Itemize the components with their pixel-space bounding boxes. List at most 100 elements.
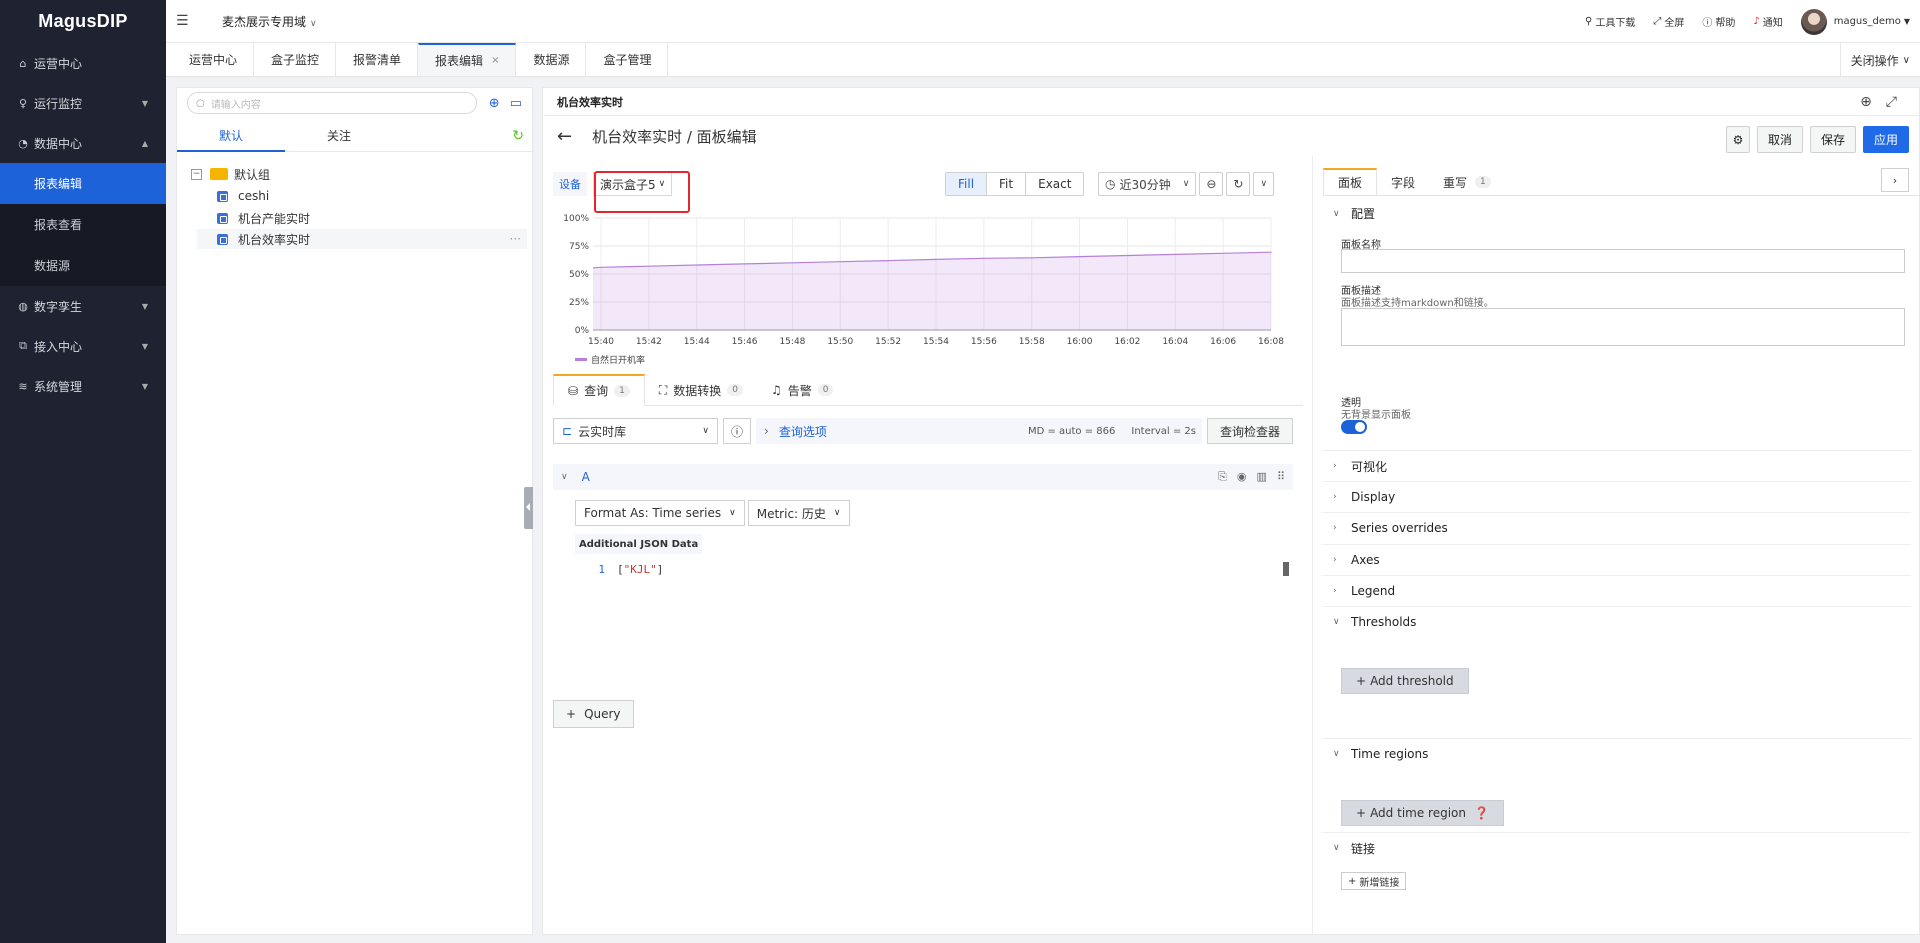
refresh-button[interactable]: ↻ [1226,172,1251,196]
trash-icon[interactable]: ▥ [1257,470,1267,484]
close-icon[interactable]: × [491,55,499,66]
more-icon[interactable]: ··· [510,232,521,246]
zoom-out-button[interactable]: ⊖ [1199,172,1224,196]
toolbar: ⚲ 工具下载 ⤢ 全屏 ⓘ 帮助 ♪ 通知 magus_demo ▼ [1585,0,1910,43]
options-tab-overrides[interactable]: 重写 1 [1429,168,1505,196]
tree-item[interactable]: ceshi [217,186,269,206]
fit-fit-button[interactable]: Fit [987,173,1027,195]
tree-item[interactable]: 机台产能实时 [217,208,310,228]
add-threshold-button[interactable]: + Add threshold [1341,668,1469,694]
datasource-select[interactable]: ⊏ 云实时库 ∨ [553,418,718,444]
back-arrow-icon[interactable]: ← [557,126,572,147]
refresh-icon[interactable]: ↻ [512,128,524,144]
metric-select[interactable]: Metric: 历史 ∨ [747,500,850,526]
tool-download-button[interactable]: ⚲ 工具下载 [1585,14,1635,29]
add-circle-icon[interactable]: ⊕ [489,96,500,111]
settings-button[interactable]: ⚙ [1725,126,1750,153]
nav-item-digital-twin[interactable]: ◍ 数字孪生 ▼ [0,286,166,326]
subnav-report-view[interactable]: 报表查看 [0,204,166,245]
tab-operations[interactable]: 运营中心 [172,43,255,76]
count-badge: 1 [1475,176,1491,188]
help-button[interactable]: ⓘ 帮助 [1702,14,1735,29]
tab-transform[interactable]: ⛶ 数据转换 0 [645,374,757,406]
section-config[interactable]: ∨ 配置 [1323,198,1911,229]
fit-fill-button[interactable]: Fill [946,173,988,195]
section-visualization[interactable]: › 可视化 [1323,450,1911,481]
user-menu[interactable]: magus_demo ▼ [1800,8,1910,35]
tree-tab-follow[interactable]: 关注 [285,120,393,152]
tree-group-node[interactable]: − 默认组 [191,164,270,184]
json-data-label: Additional JSON Data [575,534,703,554]
options-tab-field[interactable]: 字段 [1377,168,1429,196]
close-operations-menu[interactable]: 关闭操作 ∨ [1839,43,1910,77]
section-thresholds[interactable]: ∨ Thresholds [1323,606,1911,637]
new-link-button[interactable]: + 新增链接 [1341,872,1407,890]
add-query-button[interactable]: + Query [553,700,634,728]
panel-collapse-handle[interactable] [524,487,533,529]
tree-search-input[interactable]: ○ 请输入内容 [187,92,477,114]
format-as-select[interactable]: Format As: Time series ∨ [575,500,745,526]
apply-button[interactable]: 应用 [1862,126,1909,153]
section-links[interactable]: ∨ 链接 [1323,832,1911,863]
tree-tab-default[interactable]: 默认 [177,120,285,152]
nav-item-system[interactable]: ≋ 系统管理 ▼ [0,366,166,406]
x-tick-label: 15:48 [779,337,805,347]
chevron-down-icon[interactable]: ∨ [561,472,568,482]
tab-query[interactable]: ⛁ 查询 1 [553,374,645,406]
drag-handle-icon[interactable]: ⠿ [1277,470,1285,484]
menu-collapse-icon[interactable]: ☰ [176,13,192,29]
nav-item-operations[interactable]: ⌂ 运营中心 [0,43,166,83]
time-range-picker[interactable]: ◷ 近30分钟 ∨ [1098,172,1197,196]
fit-exact-button[interactable]: Exact [1026,173,1083,195]
section-display[interactable]: › Display [1323,481,1911,512]
count-badge: 0 [727,384,743,396]
folder-add-icon[interactable]: ▭ [510,96,522,111]
tab-alarm-list[interactable]: 报警清单 [336,43,419,76]
copy-icon[interactable]: ⎘ [1218,470,1227,484]
notify-button[interactable]: ♪ 通知 [1753,14,1782,29]
zoom-in-icon[interactable]: ⊕ [1860,94,1872,110]
tree-item-selected[interactable]: 机台效率实时 ··· [197,229,527,249]
collapse-icon[interactable]: − [191,168,202,180]
panel-desc-textarea[interactable] [1341,308,1905,346]
scroll-thumb[interactable] [1283,562,1289,576]
expand-options-button[interactable]: › [1881,168,1909,192]
site-selector[interactable]: 麦杰展示专用域 ∨ [222,13,317,30]
json-code-editor[interactable]: 1 ["KJL"] [575,558,1303,580]
nav-item-monitoring[interactable]: ♀ 运行监控 ▼ [0,83,166,123]
save-button[interactable]: 保存 [1809,126,1856,153]
fullscreen-button[interactable]: ⤢ 全屏 [1653,14,1684,29]
datasource-info-button[interactable]: ⓘ [723,418,751,444]
nav-item-access[interactable]: ⧉ 接入中心 ▼ [0,326,166,366]
query-inspector-button[interactable]: 查询检查器 [1206,418,1293,444]
tab-box-manage[interactable]: 盒子管理 [586,43,669,76]
x-tick-label: 15:58 [1019,337,1045,347]
close-ops-label: 关闭操作 [1850,53,1899,68]
zoom-out-icon: ⊖ [1206,177,1217,191]
section-axes[interactable]: › Axes [1323,544,1911,575]
query-options-toggle[interactable]: › 查询选项 MD = auto = 866 Interval = 2s [756,418,1202,444]
refresh-interval-button[interactable]: ∨ [1253,172,1275,196]
query-row-header[interactable]: ∨ A ⎘ ◉ ▥ ⠿ [553,464,1293,490]
chevron-down-icon: ∨ [1182,179,1190,189]
cancel-button[interactable]: 取消 [1756,126,1803,153]
options-tabs: 面板 字段 重写 1 [1323,168,1920,196]
add-time-region-button[interactable]: + Add time region ❓ [1341,800,1504,826]
section-time-regions[interactable]: ∨ Time regions [1323,738,1911,769]
tab-alert[interactable]: ♫ 告警 0 [757,374,848,406]
subnav-report-edit[interactable]: 报表编辑 [0,163,166,204]
section-legend[interactable]: › Legend [1323,575,1911,606]
nav-item-data-center[interactable]: ◔ 数据中心 ▲ [0,123,166,163]
subnav-datasource[interactable]: 数据源 [0,245,166,286]
layers-icon: ≋ [18,379,28,393]
panel-name-input[interactable] [1341,249,1905,273]
expand-icon[interactable]: ⤢ [1886,94,1897,110]
options-tab-panel[interactable]: 面板 [1323,168,1378,196]
tab-report-edit[interactable]: 报表编辑 × [418,43,517,76]
tab-datasource[interactable]: 数据源 [516,43,587,76]
section-series-overrides[interactable]: › Series overrides [1323,512,1911,543]
transparent-toggle[interactable] [1341,420,1367,434]
transparent-hint: 无背景显示面板 [1341,410,1411,421]
tab-box-monitor[interactable]: 盒子监控 [254,43,337,76]
eye-icon[interactable]: ◉ [1237,470,1247,484]
